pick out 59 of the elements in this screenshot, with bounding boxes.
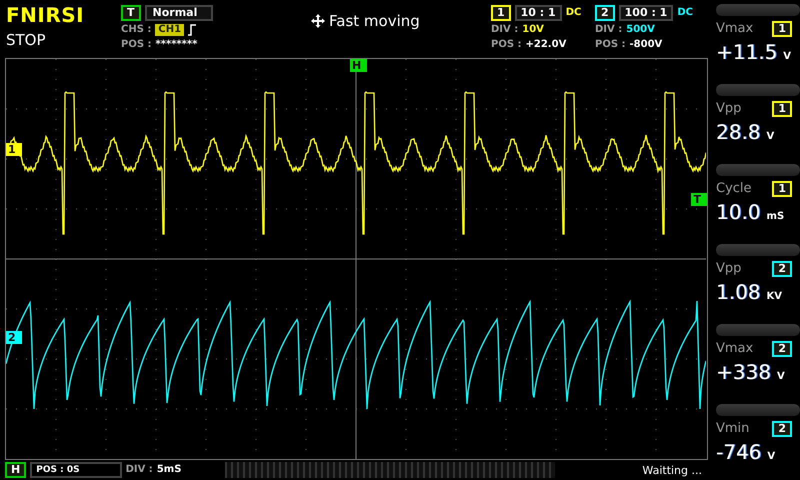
acquisition-status: Waitting ...: [642, 464, 702, 476]
run-state: STOP: [6, 30, 47, 50]
pos-label: POS :: [491, 39, 522, 51]
measurement-value: 28.8: [716, 119, 761, 146]
move-icon: [311, 14, 325, 28]
time-position: POS : 0S: [30, 462, 122, 478]
channel-badge: 1: [491, 5, 511, 21]
div-label: DIV :: [491, 24, 518, 36]
probe-ratio: 10 : 1: [514, 5, 562, 21]
coupling: DC: [677, 7, 693, 19]
pos-label: POS :: [121, 39, 152, 51]
timebase-badge: H: [5, 462, 26, 478]
measurement-value: 1.08: [716, 279, 761, 306]
measurement-name: Vmin: [716, 420, 750, 438]
channel-badge: 1: [772, 21, 792, 37]
channel-badge: 1: [772, 101, 792, 117]
chs-label: CHS :: [121, 24, 152, 36]
channel-badge: 2: [772, 421, 792, 437]
trigger-mode: Normal: [144, 5, 214, 21]
measurement-value: +11.5: [716, 39, 778, 66]
volts-per-div: 10V: [522, 24, 544, 36]
trigger-source: CH1: [155, 24, 184, 36]
measurement-unit: V: [767, 451, 776, 462]
measurement-name: Vmax: [716, 20, 754, 38]
div-label: DIV :: [595, 24, 622, 36]
channel-offset: +22.0V: [526, 39, 566, 51]
measurement-unit: V: [783, 51, 792, 62]
rising-edge-icon: [188, 24, 196, 36]
status-text: Fast moving: [329, 12, 420, 30]
coupling: DC: [566, 7, 582, 19]
measurement-name: Cycle: [716, 180, 752, 198]
trigger-pos: ********: [156, 39, 198, 51]
measurement-name: Vmax: [716, 340, 754, 358]
measurement-name: Vpp: [716, 260, 742, 278]
trigger-level-marker[interactable]: T: [691, 193, 707, 206]
scroll-ruler[interactable]: [225, 462, 556, 478]
pos-label: POS :: [595, 39, 626, 51]
channel-marker[interactable]: 1: [6, 143, 22, 156]
channel-badge: 1: [772, 181, 792, 197]
measurement-unit: mS: [766, 211, 784, 222]
time-marker[interactable]: H: [350, 59, 368, 72]
probe-ratio: 100 : 1: [618, 5, 674, 21]
channel-badge: 2: [595, 5, 615, 21]
measurement-unit: V: [766, 131, 774, 142]
measurement-unit: V: [776, 371, 785, 382]
measurement-value: 10.0: [716, 199, 761, 226]
time-per-div: 5mS: [156, 464, 182, 476]
channel-marker[interactable]: 2: [6, 331, 22, 344]
channel-offset: -800V: [630, 39, 662, 51]
channel-badge: 2: [772, 341, 792, 357]
trigger-badge: T: [121, 5, 141, 21]
volts-per-div: 500V: [626, 24, 655, 36]
measurement-value: -746: [716, 439, 762, 466]
div-label: DIV :: [126, 464, 153, 476]
measurement-unit: KV: [766, 291, 782, 302]
brand-logo: FNIRSI: [6, 4, 86, 26]
channel-badge: 2: [772, 261, 792, 277]
measurement-value: +338: [716, 359, 771, 386]
measurement-name: Vpp: [716, 100, 742, 118]
